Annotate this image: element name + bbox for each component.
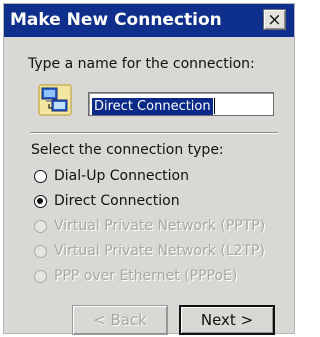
radio-pppoe[interactable]: PPP over Ethernet (PPPoE): [34, 268, 237, 284]
connection-name-label: Type a name for the connection:: [28, 56, 255, 72]
network-connection-icon: [38, 84, 72, 116]
radio-button-selected-icon: [34, 194, 47, 208]
radio-vpn-l2tp[interactable]: Virtual Private Network (L2TP): [34, 243, 265, 259]
radio-button-disabled-icon: [34, 269, 47, 283]
back-button[interactable]: < Back: [72, 305, 168, 335]
connection-name-value: Direct Connection: [92, 98, 213, 115]
radio-button-icon: [34, 169, 47, 183]
radio-label-direct: Direct Connection: [54, 193, 180, 209]
radio-label-vpn-l2tp: Virtual Private Network (L2TP): [54, 243, 265, 259]
make-new-connection-dialog: Make New Connection × Type a name for th…: [3, 3, 295, 335]
window-title: Make New Connection: [10, 10, 222, 30]
connection-name-input[interactable]: Direct Connection: [88, 92, 274, 116]
close-button[interactable]: ×: [263, 9, 286, 30]
section-divider: [30, 132, 278, 134]
title-bar: Make New Connection ×: [4, 4, 294, 37]
connection-type-label: Select the connection type:: [31, 142, 224, 158]
radio-label-dial-up: Dial-Up Connection: [54, 168, 189, 184]
close-icon: ×: [267, 9, 282, 30]
radio-label-pppoe: PPP over Ethernet (PPPoE): [54, 268, 238, 284]
text-caret: [213, 97, 215, 114]
radio-button-disabled-icon: [34, 244, 47, 258]
radio-button-disabled-icon: [34, 219, 47, 233]
radio-vpn-pptp[interactable]: Virtual Private Network (PPTP): [34, 218, 265, 234]
radio-direct[interactable]: Direct Connection: [34, 193, 180, 209]
radio-label-vpn-pptp: Virtual Private Network (PPTP): [54, 218, 266, 234]
radio-dial-up[interactable]: Dial-Up Connection: [34, 168, 189, 184]
next-button[interactable]: Next >: [179, 305, 275, 335]
